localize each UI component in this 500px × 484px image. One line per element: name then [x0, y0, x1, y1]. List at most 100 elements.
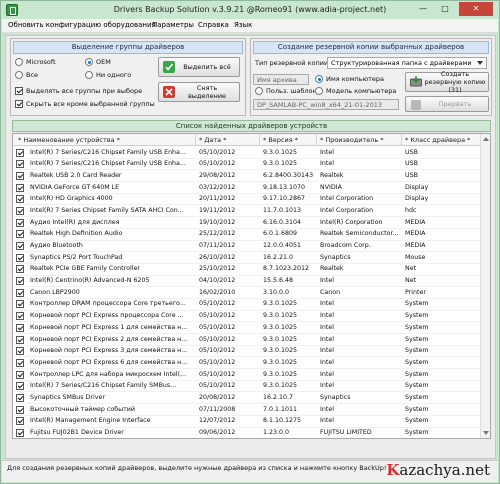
- driver-class: Printer: [405, 288, 426, 296]
- radio-all[interactable]: [15, 71, 23, 79]
- column-separator[interactable]: [401, 134, 402, 146]
- row-checkbox[interactable]: [16, 218, 24, 227]
- row-checkbox[interactable]: [16, 277, 24, 286]
- select-all-groups-checkbox[interactable]: [15, 87, 23, 95]
- table-row[interactable]: Intel(R) 7 Series/C216 Chipset Family US…: [13, 147, 490, 159]
- row-checkbox[interactable]: [16, 253, 24, 262]
- table-row[interactable]: Intel(R) 7 Series/C216 Chipset Family US…: [13, 159, 490, 171]
- row-checkbox[interactable]: [16, 160, 24, 169]
- table-row[interactable]: Intel(R) 7 Series/C216 Chipset Family SM…: [13, 381, 490, 393]
- row-checkbox[interactable]: [16, 148, 24, 157]
- driver-version: 9.18.13.1070: [263, 183, 306, 191]
- table-row[interactable]: Fujitsu FUJ02B1 Device Driver 09/06/2012 1…: [13, 428, 490, 439]
- table-row[interactable]: Контроллер DRAM процессора Core третьего…: [13, 299, 490, 311]
- scroll-down-icon[interactable]: [483, 431, 489, 435]
- column-version[interactable]: * Версия *: [263, 136, 298, 144]
- table-row[interactable]: Аудио Intel(R) для дисплея 19/10/2012 6.16…: [13, 217, 490, 229]
- table-row[interactable]: Realtek PCIe GBE Family Controller 25/10/…: [13, 264, 490, 276]
- column-date[interactable]: * Дата *: [199, 136, 226, 144]
- menu-refresh-hardware[interactable]: Обновить конфигурацию оборудования: [8, 21, 156, 29]
- row-checkbox[interactable]: [16, 429, 24, 437]
- row-checkbox[interactable]: [16, 195, 24, 204]
- table-row[interactable]: Realtek High Definition Audio 25/12/2012 6…: [13, 229, 490, 241]
- table-row[interactable]: Synaptics PS/2 Port TouchPad 26/10/2012 16…: [13, 252, 490, 264]
- select-all-button[interactable]: Выделить всё: [158, 57, 240, 77]
- table-row[interactable]: NVIDIA GeForce GT 640M LE 03/12/2012 9.18.…: [13, 182, 490, 194]
- table-row[interactable]: Intel(R) Centrino(R) Advanced-N 6205 04/1…: [13, 276, 490, 288]
- row-checkbox[interactable]: [16, 382, 24, 391]
- device-name: Realtek High Definition Audio: [30, 230, 123, 238]
- chevron-down-icon: [477, 61, 483, 65]
- row-checkbox[interactable]: [16, 347, 24, 356]
- driver-group-selection-header: Выделение группы драйверов: [13, 41, 243, 54]
- row-checkbox[interactable]: [16, 417, 24, 426]
- radio-computer-model[interactable]: [315, 87, 323, 95]
- row-checkbox[interactable]: [16, 206, 24, 215]
- radio-computer-name-label: Имя компьютера: [326, 75, 384, 83]
- row-checkbox[interactable]: [16, 288, 24, 297]
- list-scrollbar[interactable]: [480, 134, 490, 438]
- radio-custom-template[interactable]: [255, 87, 263, 95]
- archive-name-field[interactable]: DP_SAMLAB-PC_win8_x64_21-01-2013: [253, 99, 399, 110]
- driver-list-header: Список найденных драйверов устройств: [12, 120, 491, 132]
- row-checkbox[interactable]: [16, 335, 24, 344]
- column-provider[interactable]: * Производитель *: [320, 136, 384, 144]
- table-row[interactable]: Synaptics SMBus Driver 20/08/2012 16.2.10.…: [13, 392, 490, 405]
- driver-provider: Intel: [320, 335, 334, 343]
- radio-microsoft[interactable]: [15, 58, 23, 66]
- device-name: Canon LBP2900: [30, 288, 80, 296]
- row-checkbox[interactable]: [16, 242, 24, 250]
- row-checkbox[interactable]: [16, 370, 24, 379]
- table-row[interactable]: Корневой порт PCI Express 6 для семейств…: [13, 357, 490, 370]
- row-checkbox[interactable]: [16, 300, 24, 309]
- table-row[interactable]: Корневой порт PCI Express 1 для семейств…: [13, 322, 490, 334]
- row-checkbox[interactable]: [16, 312, 24, 321]
- row-checkbox[interactable]: [16, 265, 24, 274]
- minimize-button[interactable]: —: [413, 2, 433, 16]
- table-row[interactable]: Корневой порт PCI Express процессора Cor…: [13, 311, 490, 323]
- column-driver-class[interactable]: * Класс драйвера *: [405, 136, 470, 144]
- row-checkbox[interactable]: [16, 171, 24, 180]
- row-checkbox[interactable]: [16, 183, 24, 192]
- backup-type-select[interactable]: Структурированная папка с драйверами: [327, 57, 487, 69]
- driver-version: 9.3.0.1025: [263, 382, 298, 390]
- table-row[interactable]: Высокоточный таймер событий 07/11/2008 7.0…: [13, 404, 490, 416]
- driver-provider: Intel: [320, 370, 334, 378]
- radio-oem[interactable]: [85, 58, 93, 66]
- column-separator[interactable]: [195, 134, 196, 146]
- table-row[interactable]: Контроллер LPC для набора микросхем Inte…: [13, 369, 490, 381]
- maximize-button[interactable]: □: [435, 2, 455, 16]
- driver-version: 9.3.0.1025: [263, 300, 298, 308]
- menu-settings[interactable]: Параметры: [152, 21, 194, 29]
- deselect-button[interactable]: Снять выделение: [158, 82, 240, 102]
- radio-none[interactable]: [85, 71, 93, 79]
- row-checkbox[interactable]: [16, 230, 24, 239]
- row-checkbox[interactable]: [16, 393, 24, 402]
- close-button[interactable]: ✕: [459, 2, 493, 16]
- driver-provider: Intel: [320, 277, 334, 285]
- table-row[interactable]: Intel(R) HD Graphics 4000 20/11/2012 9.17.…: [13, 194, 490, 206]
- hide-other-groups-checkbox[interactable]: [15, 100, 23, 108]
- menu-language[interactable]: Язык: [234, 21, 252, 29]
- table-row[interactable]: Корневой порт PCI Express 3 для семейств…: [13, 346, 490, 358]
- column-separator[interactable]: [316, 134, 317, 146]
- column-separator[interactable]: [259, 134, 260, 146]
- menu-help[interactable]: Справка: [198, 21, 229, 29]
- table-row[interactable]: Realtek USB 2.0 Card Reader 29/08/2012 6.2…: [13, 170, 490, 183]
- driver-class: MEDIA: [405, 230, 426, 238]
- table-row[interactable]: Корневой порт PCI Express 2 для семейств…: [13, 334, 490, 346]
- row-checkbox[interactable]: [16, 323, 24, 332]
- table-row[interactable]: Intel(R) 7 Series Chipset Family SATA AH…: [13, 205, 490, 218]
- create-backup-button[interactable]: Создать резервную копию (31): [405, 70, 489, 94]
- device-name: Fujitsu FUJ02B1 Device Driver: [30, 429, 124, 436]
- radio-computer-name[interactable]: [315, 75, 323, 83]
- device-name: Высокоточный таймер событий: [30, 405, 135, 413]
- abort-button[interactable]: Прервать: [405, 96, 489, 112]
- row-checkbox[interactable]: [16, 405, 24, 414]
- table-row[interactable]: Аудио Bluetooth 07/11/2012 12.0.0.4051 Broa…: [13, 241, 490, 253]
- table-row[interactable]: Intel(R) Management Engine Interface 12/0…: [13, 416, 490, 428]
- row-checkbox[interactable]: [16, 358, 24, 367]
- table-row[interactable]: Canon LBP2900 16/02/2010 3.10.0.0 Canon Prin…: [13, 287, 490, 299]
- column-device-name[interactable]: * Наименование устройства *: [18, 136, 120, 144]
- scroll-up-icon[interactable]: [483, 137, 489, 141]
